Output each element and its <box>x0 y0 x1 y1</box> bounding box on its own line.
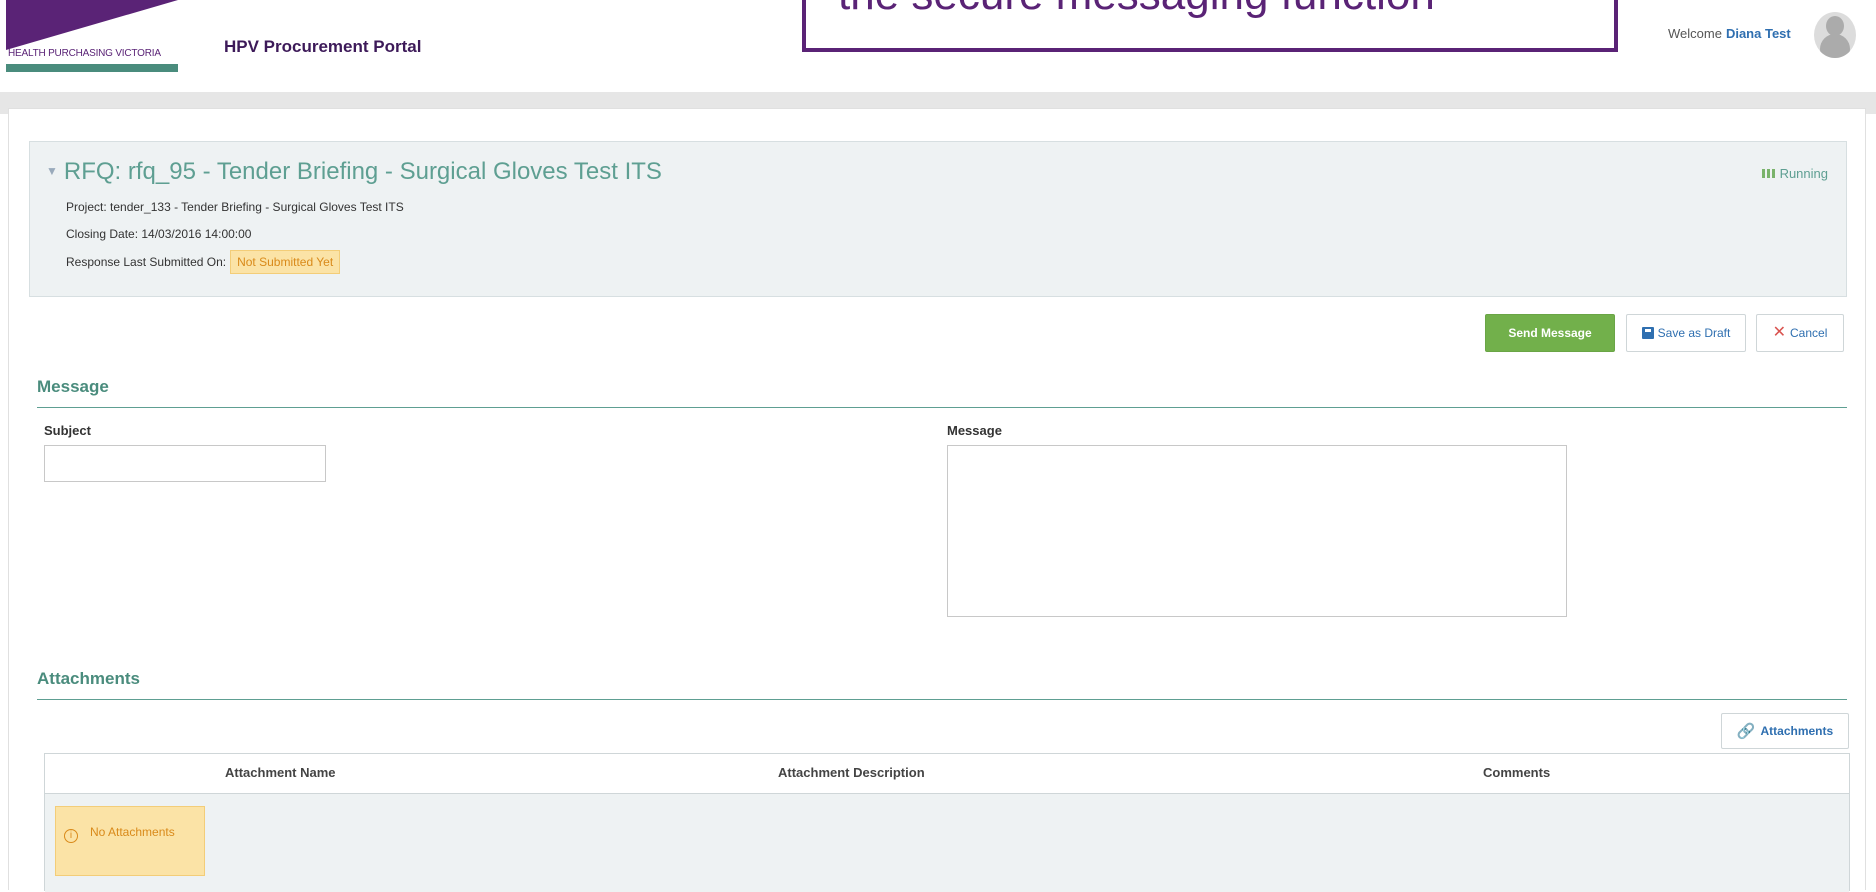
status-text: Running <box>1779 166 1828 181</box>
status-badge: Running <box>1761 166 1828 181</box>
close-icon: ✕ <box>1772 324 1787 341</box>
column-header-attachment-description[interactable]: Attachment Description <box>778 765 925 780</box>
last-submitted-label: Response Last Submitted On: <box>66 255 227 269</box>
main-content: ▼ RFQ: rfq_95 - Tender Briefing - Surgica… <box>8 108 1866 892</box>
avatar[interactable] <box>1814 12 1856 58</box>
cancel-label: Cancel <box>1790 326 1828 340</box>
hpv-logo[interactable]: HEALTH PURCHASING VICTORIA <box>6 0 178 74</box>
floppy-disk-icon <box>1641 327 1654 339</box>
rfq-summary-panel: ▼ RFQ: rfq_95 - Tender Briefing - Surgica… <box>29 141 1847 297</box>
column-header-comments[interactable]: Comments <box>1483 765 1550 780</box>
collapse-caret-icon[interactable]: ▼ <box>46 164 58 178</box>
portal-title: HPV Procurement Portal <box>224 37 422 56</box>
table-header: Attachment Name Attachment Description C… <box>45 754 1849 794</box>
avatar-body <box>1820 34 1850 58</box>
column-header-attachment-name[interactable]: Attachment Name <box>225 765 336 780</box>
rfq-project: Project: tender_133 - Tender Briefing - … <box>66 200 404 214</box>
send-message-button[interactable]: Send Message <box>1485 314 1615 352</box>
logo-bar <box>6 64 178 72</box>
subject-label: Subject <box>44 423 91 438</box>
table-body: i No Attachments <box>45 794 1849 892</box>
rfq-closing-date: Closing Date: 14/03/2016 14:00:00 <box>66 227 252 241</box>
add-attachments-label: Attachments <box>1760 724 1834 738</box>
message-section-rule <box>37 407 1847 408</box>
save-as-draft-button[interactable]: Save as Draft <box>1626 314 1746 352</box>
cancel-button[interactable]: ✕ Cancel <box>1756 314 1844 352</box>
welcome-message: Welcome Diana Test <box>1668 26 1791 41</box>
annotation-callout: the secure messaging function <box>802 0 1618 52</box>
info-icon: i <box>64 829 78 843</box>
logo-text: HEALTH PURCHASING VICTORIA <box>8 48 161 59</box>
rfq-title-text: RFQ: rfq_95 - Tender Briefing - Surgical… <box>63 158 662 185</box>
rfq-last-submitted: Response Last Submitted On: Not Submitted… <box>66 250 341 274</box>
attachments-table: Attachment Name Attachment Description C… <box>44 753 1850 892</box>
welcome-label: Welcome <box>1668 26 1722 41</box>
no-attachments-notice: i No Attachments <box>55 806 205 876</box>
add-attachments-button[interactable]: 🔗 Attachments <box>1721 713 1849 749</box>
user-name-link[interactable]: Diana Test <box>1726 26 1791 41</box>
no-attachments-text: No Attachments <box>90 825 175 839</box>
message-label: Message <box>947 423 1002 438</box>
logo-triangle <box>6 0 178 50</box>
attachments-section-rule <box>37 699 1847 700</box>
paperclip-icon: 🔗 <box>1736 723 1756 740</box>
message-section-title: Message <box>37 377 109 396</box>
not-submitted-badge: Not Submitted Yet <box>230 250 341 274</box>
attachments-section-title: Attachments <box>37 669 140 688</box>
save-as-draft-label: Save as Draft <box>1657 326 1731 340</box>
message-textarea[interactable] <box>947 445 1567 617</box>
subject-input[interactable] <box>44 445 326 482</box>
callout-text: the secure messaging function <box>838 0 1435 20</box>
top-bar: HEALTH PURCHASING VICTORIA HPV Procureme… <box>0 0 1876 92</box>
avatar-head <box>1826 16 1844 36</box>
signal-bars-icon <box>1761 169 1776 178</box>
send-message-label: Send Message <box>1508 326 1592 340</box>
rfq-title[interactable]: ▼ RFQ: rfq_95 - Tender Briefing - Surgica… <box>46 158 662 186</box>
